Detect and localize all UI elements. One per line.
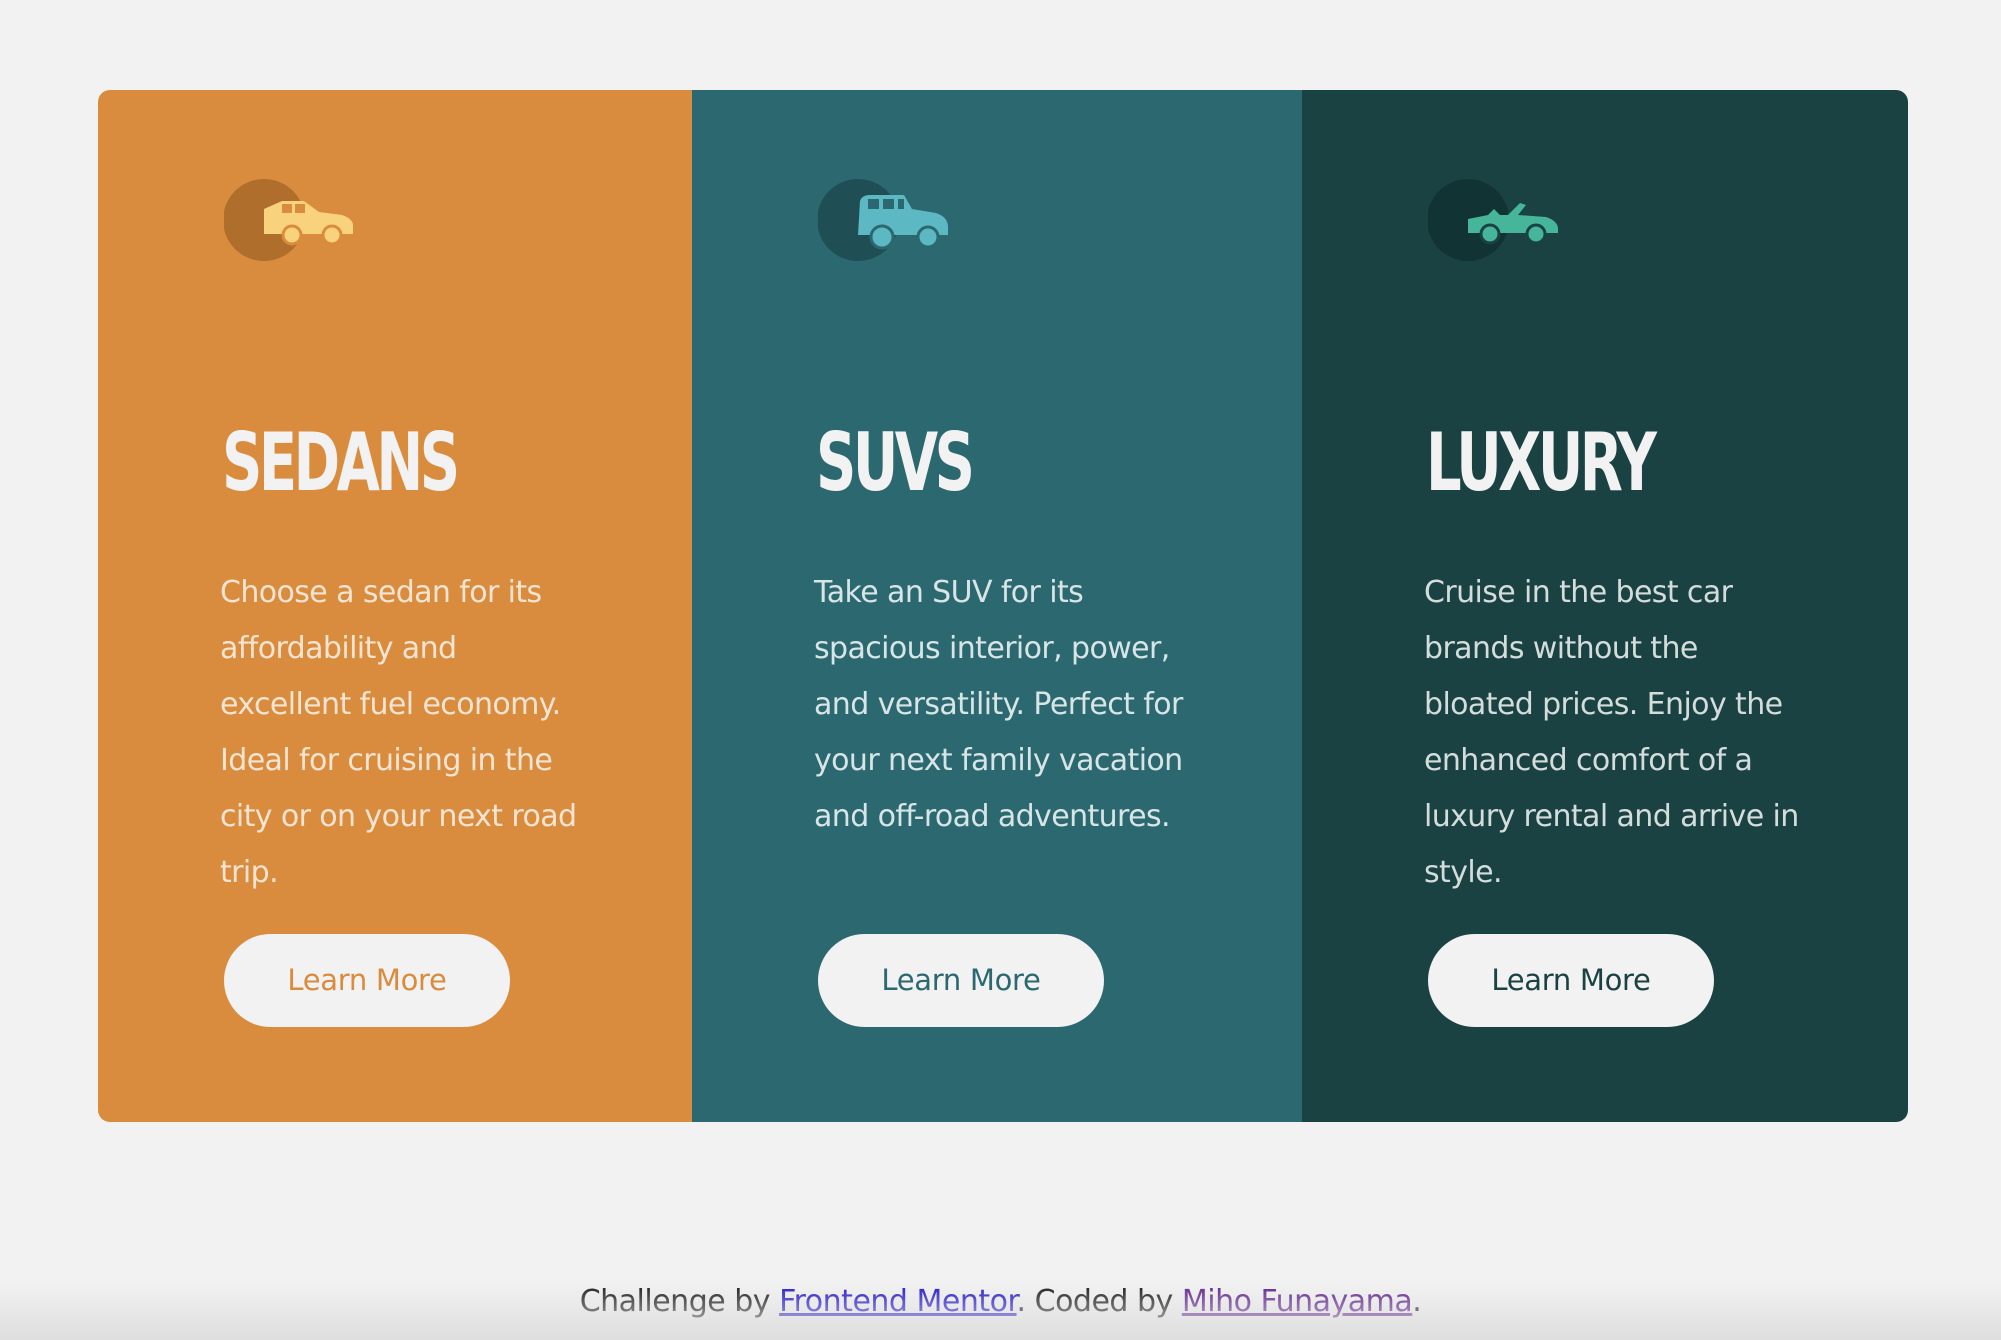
- card-title: SUVS: [816, 416, 975, 509]
- car-cards-container: SEDANS Choose a sedan for its affordabil…: [98, 90, 1908, 1122]
- card-description: Choose a sedan for its affordability and…: [220, 575, 577, 890]
- author-link[interactable]: Miho Funayama: [1182, 1284, 1413, 1319]
- attribution-footer: Challenge by Frontend Mentor. Coded by M…: [0, 1280, 2001, 1324]
- card-title: LUXURY: [1426, 416, 1657, 509]
- card-title: SEDANS: [222, 416, 460, 509]
- footer-coded-prefix: . Coded by: [1016, 1284, 1182, 1319]
- card-sedans: SEDANS Choose a sedan for its affordabil…: [98, 90, 692, 1122]
- suv-car-icon: [818, 179, 950, 261]
- footer-suffix: .: [1412, 1284, 1422, 1319]
- card-description: Take an SUV for its spacious interior, p…: [814, 575, 1183, 834]
- learn-more-button[interactable]: Learn More: [1428, 934, 1714, 1027]
- learn-more-button[interactable]: Learn More: [818, 934, 1104, 1027]
- card-description: Cruise in the best car brands without th…: [1424, 575, 1799, 890]
- luxury-convertible-icon: [1428, 179, 1560, 261]
- sedan-car-icon: [224, 179, 356, 261]
- card-luxury: LUXURY Cruise in the best car brands wit…: [1302, 90, 1908, 1122]
- learn-more-button[interactable]: Learn More: [224, 934, 510, 1027]
- card-suvs: SUVS Take an SUV for its spacious interi…: [692, 90, 1302, 1122]
- frontend-mentor-link[interactable]: Frontend Mentor: [779, 1284, 1017, 1319]
- footer-challenge-prefix: Challenge by: [579, 1284, 780, 1319]
